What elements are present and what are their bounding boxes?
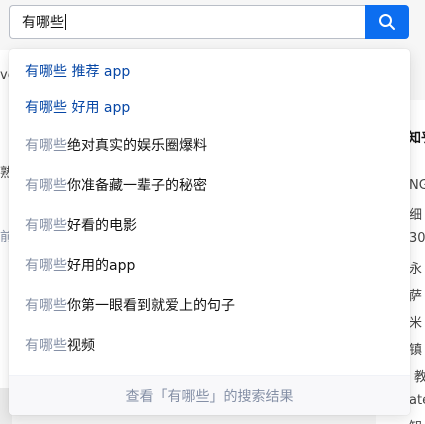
- background-right-text: 米: [409, 316, 423, 331]
- suggestion-text: 好看的电影: [67, 218, 137, 234]
- suggestion-text: 你准备藏一辈子的秘密: [67, 178, 207, 194]
- suggestion-item[interactable]: 有哪些 好用 app: [25, 97, 130, 119]
- background-right-text: 30: [409, 231, 425, 246]
- background-right-text: 镇: [409, 343, 423, 358]
- suggestion-prefix: 有哪些: [25, 64, 67, 80]
- suggestion-item[interactable]: 有哪些你第一眼看到就爱上的句子: [25, 295, 235, 317]
- suggestion-prefix: 有哪些: [25, 338, 67, 354]
- suggestion-prefix: 有哪些: [25, 218, 67, 234]
- suggestion-prefix: 有哪些: [25, 298, 67, 314]
- search-button[interactable]: [365, 5, 409, 39]
- background-right-text: NG: [409, 178, 425, 193]
- text-caret: [65, 14, 66, 30]
- background-right-text: 教: [414, 370, 425, 385]
- search-query-text: 有哪些: [22, 15, 64, 31]
- suggestion-item[interactable]: 有哪些好用的app: [25, 255, 135, 277]
- search-bar: 有哪些: [9, 5, 409, 39]
- background-right-text: 细: [409, 208, 423, 223]
- search-suggestion-dropdown: 有哪些 推荐 app 有哪些 好用 app 有哪些绝对真实的娱乐圈爆料 有哪些你…: [9, 49, 410, 415]
- suggestion-prefix: 有哪些: [25, 258, 67, 274]
- suggestion-item[interactable]: 有哪些 推荐 app: [25, 61, 130, 83]
- suggestion-prefix: 有哪些: [25, 138, 67, 154]
- background-right-text: 永: [409, 262, 423, 277]
- suggestion-text: 好用 app: [67, 100, 131, 116]
- search-icon: [379, 14, 395, 30]
- suggestion-text: 好用的app: [67, 258, 136, 274]
- suggestion-text: 推荐 app: [67, 64, 131, 80]
- background-right-text: ate: [409, 393, 425, 408]
- suggestion-item[interactable]: 有哪些视频: [25, 335, 95, 357]
- view-all-results-link[interactable]: 查看「有哪些」的搜索结果: [9, 375, 410, 415]
- suggestion-prefix: 有哪些: [25, 100, 67, 116]
- suggestion-item[interactable]: 有哪些好看的电影: [25, 215, 137, 237]
- suggestion-text: 你第一眼看到就爱上的句子: [67, 298, 235, 314]
- suggestion-item[interactable]: 有哪些绝对真实的娱乐圈爆料: [25, 135, 207, 157]
- suggestion-prefix: 有哪些: [25, 178, 67, 194]
- background-right-text: 萨: [409, 289, 423, 304]
- suggestion-text: 绝对真实的娱乐圈爆料: [67, 138, 207, 154]
- search-input[interactable]: 有哪些: [9, 5, 365, 39]
- suggestion-text: 视频: [67, 338, 95, 354]
- background-right-text: 知: [409, 416, 422, 424]
- view-all-results-label: 查看「有哪些」的搜索结果: [125, 388, 294, 405]
- suggestion-item[interactable]: 有哪些你准备藏一辈子的秘密: [25, 175, 207, 197]
- background-right-heading: 知乎: [408, 131, 425, 146]
